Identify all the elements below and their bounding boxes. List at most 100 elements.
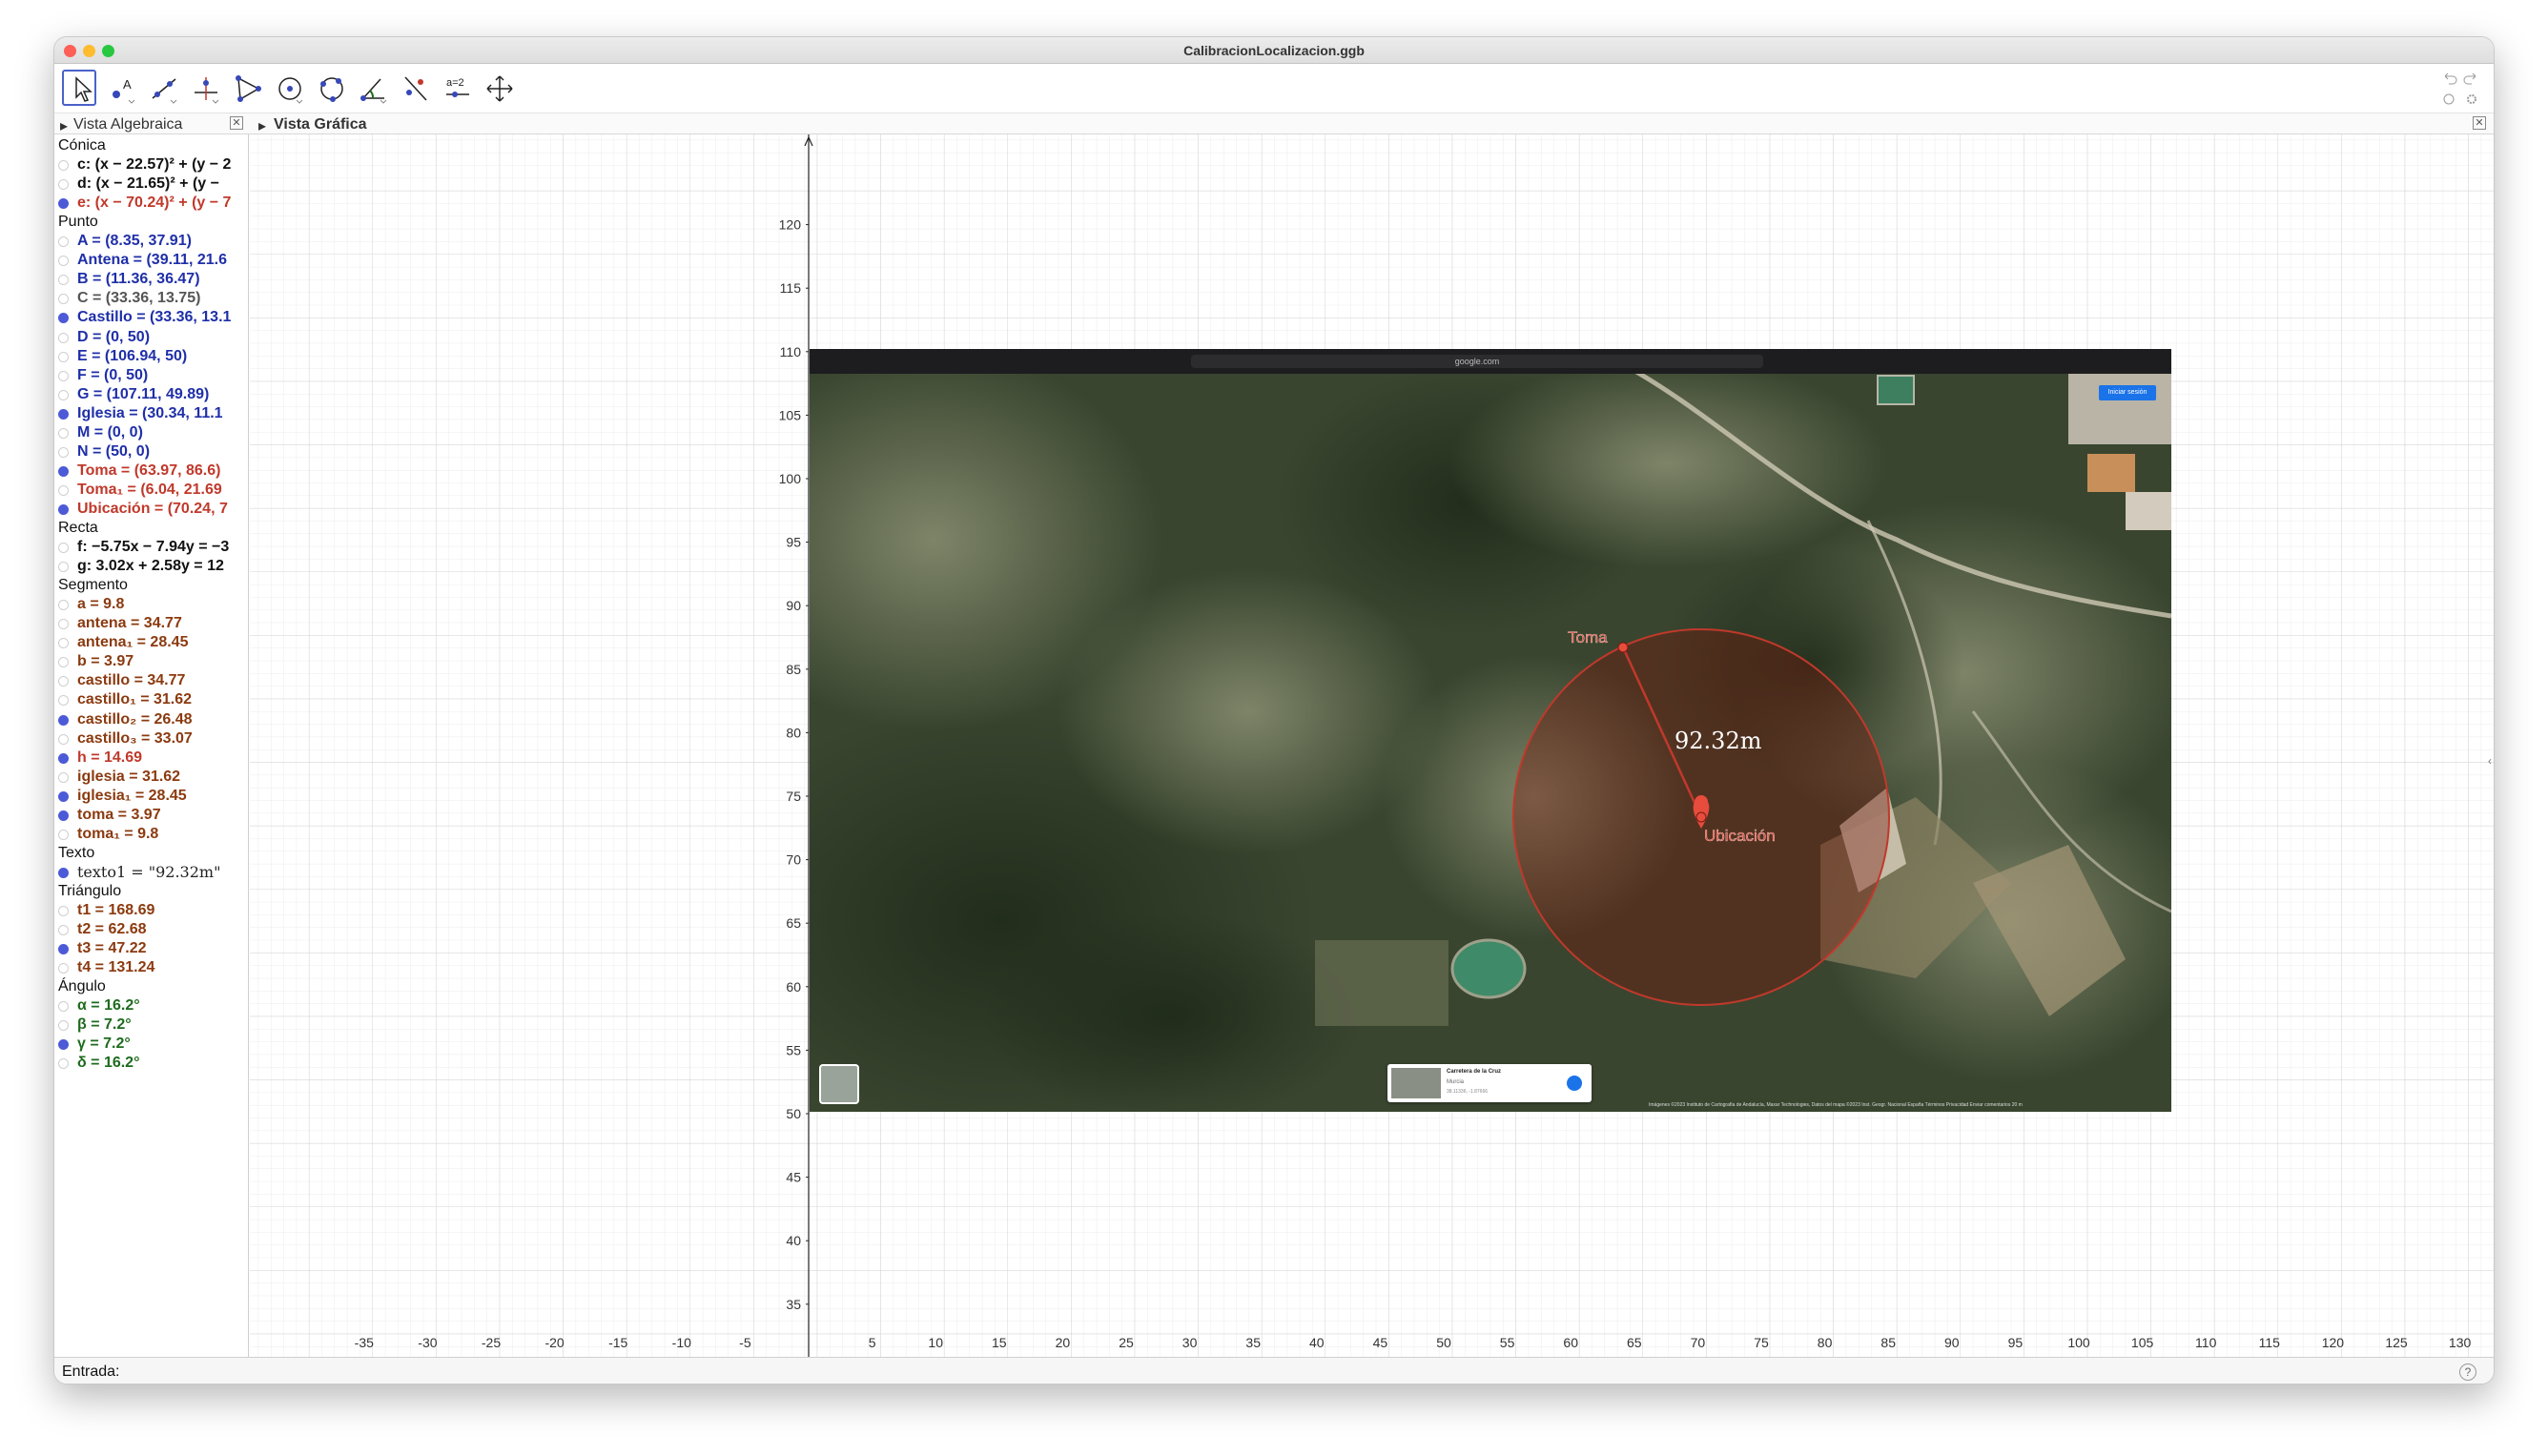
visibility-toggle[interactable] — [58, 867, 69, 878]
algebra-item[interactable]: castillo₃ = 33.07 — [77, 729, 193, 749]
visibility-toggle[interactable] — [58, 944, 69, 955]
algebra-item[interactable]: M = (0, 0) — [77, 423, 143, 442]
algebra-item[interactable]: castillo = 34.77 — [77, 671, 185, 690]
algebra-item[interactable]: Iglesia = (30.34, 11.1 — [77, 404, 223, 423]
algebra-item[interactable]: b = 3.97 — [77, 652, 134, 671]
visibility-toggle[interactable] — [58, 236, 69, 248]
algebra-item[interactable]: iglesia = 31.62 — [77, 768, 180, 787]
algebra-item[interactable]: N = (50, 0) — [77, 442, 150, 461]
visibility-toggle[interactable] — [58, 484, 69, 496]
signin-button[interactable]: Iniciar sesión — [2099, 385, 2156, 400]
visibility-toggle[interactable] — [58, 543, 69, 554]
algebra-collapse-icon[interactable]: ▸ — [60, 116, 68, 135]
algebra-item[interactable]: δ = 16.2° — [77, 1054, 139, 1073]
algebra-item[interactable]: Antena = (39.11, 21.6 — [77, 251, 227, 270]
algebra-item[interactable]: Ubicación = (70.24, 7 — [77, 500, 228, 519]
slider-tool-button[interactable]: a=2 — [440, 70, 474, 106]
algebra-item[interactable]: t3 = 47.22 — [77, 939, 147, 958]
visibility-toggle[interactable] — [58, 332, 69, 343]
visibility-toggle[interactable] — [58, 829, 69, 840]
point-tool-button[interactable]: A — [104, 70, 138, 106]
angle-tool-button[interactable] — [356, 70, 390, 106]
algebra-item[interactable]: iglesia₁ = 28.45 — [77, 787, 187, 806]
visibility-toggle[interactable] — [58, 657, 69, 668]
visibility-toggle[interactable] — [58, 427, 69, 439]
algebra-item[interactable]: castillo₂ = 26.48 — [77, 710, 193, 729]
visibility-toggle[interactable] — [58, 638, 69, 649]
visibility-toggle[interactable] — [58, 906, 69, 916]
visibility-toggle[interactable] — [58, 619, 69, 630]
algebra-item[interactable]: castillo₁ = 31.62 — [77, 690, 192, 709]
input-bar-field[interactable] — [129, 1361, 2398, 1384]
collapse-handle-icon[interactable]: ‹ — [2488, 754, 2494, 773]
visibility-toggle[interactable] — [58, 695, 69, 707]
algebra-item[interactable]: γ = 7.2° — [77, 1035, 131, 1054]
algebra-item[interactable]: t1 = 168.69 — [77, 901, 154, 920]
algebra-item[interactable]: E = (106.94, 50) — [77, 347, 187, 366]
algebra-item[interactable]: a = 9.8 — [77, 595, 124, 614]
visibility-toggle[interactable] — [58, 1039, 69, 1051]
graphics-collapse-icon[interactable]: ▸ — [258, 116, 266, 135]
visibility-toggle[interactable] — [58, 1020, 69, 1032]
algebra-item[interactable]: α = 16.2° — [77, 996, 140, 1015]
reflect-tool-button[interactable] — [398, 70, 432, 106]
algebra-item[interactable]: antena = 34.77 — [77, 614, 182, 633]
visibility-toggle[interactable] — [58, 275, 69, 286]
algebra-item[interactable]: toma = 3.97 — [77, 806, 161, 825]
visibility-toggle[interactable] — [58, 733, 69, 745]
visibility-toggle[interactable] — [58, 714, 69, 726]
visibility-toggle[interactable] — [58, 256, 69, 267]
input-help-icon[interactable]: ? — [2459, 1364, 2476, 1381]
visibility-toggle[interactable] — [58, 600, 69, 611]
algebra-item[interactable]: texto1 = "92.32m" — [77, 863, 220, 882]
close-algebra-view-button[interactable]: ✕ — [230, 116, 243, 130]
visibility-toggle[interactable] — [58, 1001, 69, 1013]
algebra-item[interactable]: c: (x − 22.57)² + (y − 2 — [77, 155, 231, 174]
algebra-item[interactable]: Castillo = (33.36, 13.1 — [77, 308, 231, 327]
visibility-toggle[interactable] — [58, 408, 69, 420]
visibility-toggle[interactable] — [58, 503, 69, 515]
visibility-toggle[interactable] — [58, 294, 69, 305]
algebra-item[interactable]: d: (x − 21.65)² + (y − — [77, 174, 219, 194]
algebra-item[interactable]: g: 3.02x + 2.58y = 12 — [77, 557, 224, 576]
directions-icon[interactable] — [1567, 1076, 1582, 1091]
move-tool-button[interactable] — [62, 70, 96, 106]
algebra-item[interactable]: F = (0, 50) — [77, 366, 148, 385]
algebra-item[interactable]: h = 14.69 — [77, 749, 142, 768]
place-info-card[interactable]: Carretera de la Cruz Murcia 38.11336, -1… — [1387, 1064, 1592, 1102]
visibility-toggle[interactable] — [58, 790, 69, 802]
visibility-toggle[interactable] — [58, 160, 69, 172]
redo-icon[interactable] — [2463, 70, 2480, 87]
algebra-item[interactable]: β = 7.2° — [77, 1015, 132, 1035]
algebra-item[interactable]: t4 = 131.24 — [77, 958, 154, 977]
algebra-item[interactable]: antena₁ = 28.45 — [77, 633, 188, 652]
visibility-toggle[interactable] — [58, 313, 69, 324]
close-graphics-view-button[interactable]: ✕ — [2473, 116, 2486, 130]
circle-tool-button[interactable] — [272, 70, 306, 106]
settings-gear-icon[interactable] — [2463, 91, 2480, 108]
algebra-item[interactable]: D = (0, 50) — [77, 328, 150, 347]
algebra-item[interactable]: Toma = (63.97, 86.6) — [77, 461, 220, 481]
algebra-item[interactable]: toma₁ = 9.8 — [77, 825, 158, 844]
algebra-item[interactable]: t2 = 62.68 — [77, 920, 147, 939]
algebra-item[interactable]: Toma₁ = (6.04, 21.69 — [77, 481, 222, 500]
visibility-toggle[interactable] — [58, 676, 69, 687]
visibility-toggle[interactable] — [58, 389, 69, 400]
algebra-item[interactable]: f: −5.75x − 7.94y = −3 — [77, 538, 229, 557]
visibility-toggle[interactable] — [58, 562, 69, 573]
algebra-item[interactable]: G = (107.11, 49.89) — [77, 385, 209, 404]
algebra-item[interactable]: A = (8.35, 37.91) — [77, 232, 192, 251]
visibility-toggle[interactable] — [58, 1058, 69, 1070]
visibility-toggle[interactable] — [58, 446, 69, 458]
polygon-tool-button[interactable] — [230, 70, 264, 106]
graphics-view[interactable]: 3035404550556065707580859095100105110115… — [250, 134, 2494, 1357]
undo-icon[interactable] — [2440, 70, 2457, 87]
move-view-tool-button[interactable] — [482, 70, 516, 106]
visibility-toggle[interactable] — [58, 963, 69, 974]
visibility-toggle[interactable] — [58, 925, 69, 936]
algebra-item[interactable]: C = (33.36, 13.75) — [77, 289, 200, 308]
algebra-item[interactable]: B = (11.36, 36.47) — [77, 270, 200, 289]
visibility-toggle[interactable] — [58, 810, 69, 821]
help-icon[interactable] — [2440, 91, 2457, 108]
visibility-toggle[interactable] — [58, 179, 69, 191]
